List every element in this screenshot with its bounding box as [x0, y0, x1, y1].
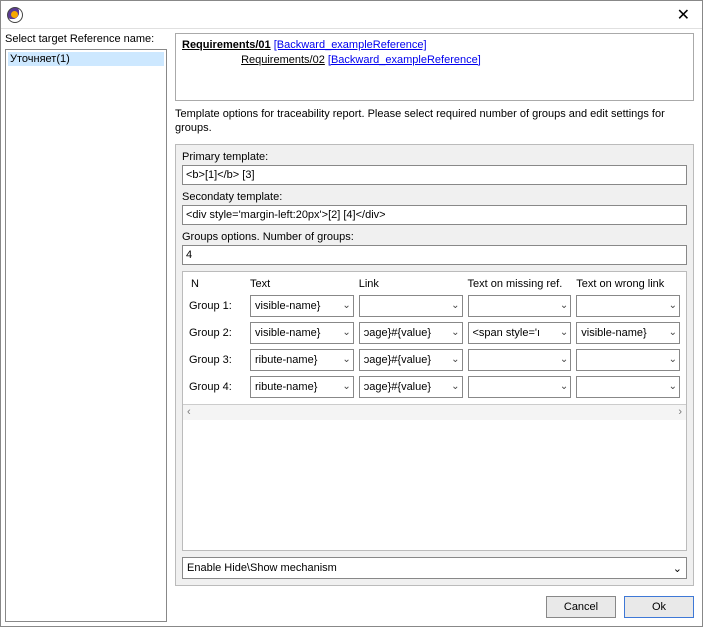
chevron-down-icon: ⌄: [557, 327, 568, 338]
ok-button[interactable]: Ok: [624, 596, 694, 618]
cancel-button[interactable]: Cancel: [546, 596, 616, 618]
col-header-wrong: Text on wrong link: [576, 278, 680, 290]
enable-hide-show-select[interactable]: Enable Hide\Show mechanism ⌄: [182, 557, 687, 579]
chevron-down-icon: ⌄: [448, 381, 459, 392]
preview-link[interactable]: [Backward_exampleReference]: [274, 39, 427, 51]
app-icon: [7, 7, 23, 23]
chevron-down-icon: ⌄: [448, 300, 459, 311]
group2-link-select[interactable]: ɔage}#{value}⌄: [359, 322, 463, 344]
groups-number-input[interactable]: [182, 245, 687, 265]
group-row-label: Group 1:: [189, 300, 245, 312]
group4-link-select[interactable]: ɔage}#{value}⌄: [359, 376, 463, 398]
options-panel: Primary template: Secondaty template: Gr…: [175, 144, 694, 586]
preview-link[interactable]: [Backward_exampleReference]: [328, 54, 481, 66]
chevron-down-icon: ⌄: [448, 327, 459, 338]
group2-missing-select[interactable]: <span style='ı⌄: [468, 322, 572, 344]
description-text: Template options for traceability report…: [175, 107, 694, 136]
left-pane: Select target Reference name: Уточняет(1…: [1, 29, 171, 626]
reference-list[interactable]: Уточняет(1): [5, 49, 167, 622]
group1-link-select[interactable]: ⌄: [359, 295, 463, 317]
preview-row: Requirements/01 [Backward_exampleReferen…: [182, 38, 687, 53]
chevron-down-icon: ⌄: [339, 381, 350, 392]
chevron-down-icon: ⌄: [666, 327, 677, 338]
chevron-down-icon: ⌄: [557, 381, 568, 392]
groups-table: N Text Link Text on missing ref. Text on…: [182, 271, 687, 551]
group4-missing-select[interactable]: ⌄: [468, 376, 572, 398]
chevron-down-icon: ⌄: [339, 327, 350, 338]
titlebar: ✕: [1, 1, 702, 29]
chevron-down-icon: ⌄: [666, 381, 677, 392]
group3-text-select[interactable]: ribute-name}⌄: [250, 349, 354, 371]
group-row-label: Group 2:: [189, 327, 245, 339]
primary-template-input[interactable]: [182, 165, 687, 185]
chevron-down-icon: ⌄: [673, 562, 682, 575]
col-header-text: Text: [250, 278, 354, 290]
preview-row: Requirements/02 [Backward_exampleReferen…: [182, 53, 687, 68]
preview-box: Requirements/01 [Backward_exampleReferen…: [175, 33, 694, 101]
chevron-down-icon: ⌄: [339, 300, 350, 311]
group2-text-select[interactable]: visible-name}⌄: [250, 322, 354, 344]
chevron-down-icon: ⌄: [557, 354, 568, 365]
group3-missing-select[interactable]: ⌄: [468, 349, 572, 371]
secondary-template-label: Secondaty template:: [182, 191, 687, 203]
group4-text-select[interactable]: ribute-name}⌄: [250, 376, 354, 398]
chevron-down-icon: ⌄: [339, 354, 350, 365]
col-header-missing: Text on missing ref.: [468, 278, 572, 290]
group1-text-select[interactable]: visible-name}⌄: [250, 295, 354, 317]
group2-wrong-select[interactable]: visible-name}⌄: [576, 322, 680, 344]
group-row-label: Group 3:: [189, 354, 245, 366]
preview-requirement: Requirements/02: [241, 54, 325, 66]
close-icon[interactable]: ✕: [671, 3, 696, 27]
scroll-right-icon[interactable]: ›: [678, 406, 682, 418]
chevron-down-icon: ⌄: [666, 354, 677, 365]
chevron-down-icon: ⌄: [666, 300, 677, 311]
chevron-down-icon: ⌄: [448, 354, 459, 365]
scroll-left-icon[interactable]: ‹: [187, 406, 191, 418]
primary-template-label: Primary template:: [182, 151, 687, 163]
group3-wrong-select[interactable]: ⌄: [576, 349, 680, 371]
secondary-template-input[interactable]: [182, 205, 687, 225]
horizontal-scrollbar[interactable]: ‹ ›: [183, 404, 686, 420]
col-header-n: N: [189, 278, 245, 290]
col-header-link: Link: [359, 278, 463, 290]
left-pane-label: Select target Reference name:: [5, 33, 167, 45]
list-item[interactable]: Уточняет(1): [8, 52, 164, 66]
group4-wrong-select[interactable]: ⌄: [576, 376, 680, 398]
preview-requirement: Requirements/01: [182, 39, 271, 51]
group1-missing-select[interactable]: ⌄: [468, 295, 572, 317]
group-row-label: Group 4:: [189, 381, 245, 393]
group1-wrong-select[interactable]: ⌄: [576, 295, 680, 317]
group3-link-select[interactable]: ɔage}#{value}⌄: [359, 349, 463, 371]
groups-number-label: Groups options. Number of groups:: [182, 231, 687, 243]
enable-hide-show-label: Enable Hide\Show mechanism: [187, 562, 673, 574]
chevron-down-icon: ⌄: [557, 300, 568, 311]
